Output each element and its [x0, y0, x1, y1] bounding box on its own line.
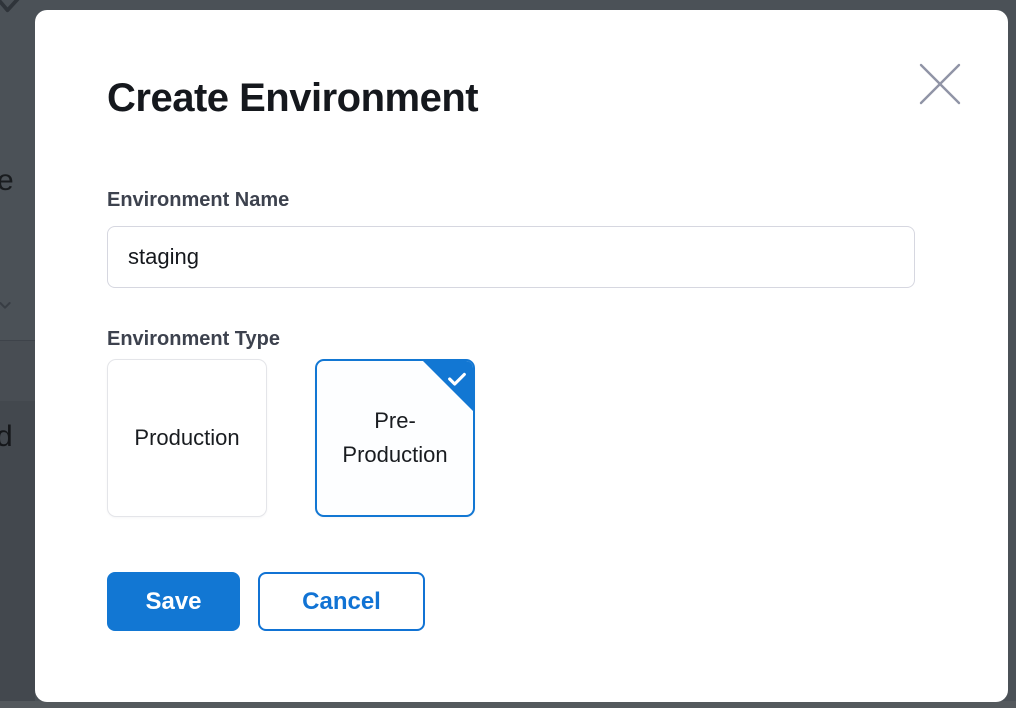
environment-type-options: Production Pre-Production [107, 359, 915, 517]
bg-partial-text-e: e [0, 166, 14, 196]
save-button[interactable]: Save [107, 572, 240, 631]
bg-chevron-down-icon [0, 297, 14, 318]
cancel-button[interactable]: Cancel [258, 572, 425, 631]
environment-name-label: Environment Name [107, 188, 915, 212]
bg-partial-text-d: d [0, 422, 13, 452]
bg-check-icon [0, 0, 27, 24]
check-icon [446, 368, 468, 390]
type-option-label: Pre-Production [331, 404, 459, 472]
environment-type-label: Environment Type [107, 327, 915, 351]
type-option-label: Production [134, 421, 239, 455]
type-option-pre-production[interactable]: Pre-Production [315, 359, 475, 517]
type-option-production[interactable]: Production [107, 359, 267, 517]
create-environment-dialog: Create Environment Environment Name Envi… [35, 10, 1008, 702]
dialog-actions: Save Cancel [107, 572, 915, 631]
environment-name-input[interactable] [107, 226, 915, 288]
bg-bottom-strip [0, 701, 1016, 708]
dialog-title: Create Environment [107, 10, 915, 122]
bg-section-band [0, 341, 35, 401]
